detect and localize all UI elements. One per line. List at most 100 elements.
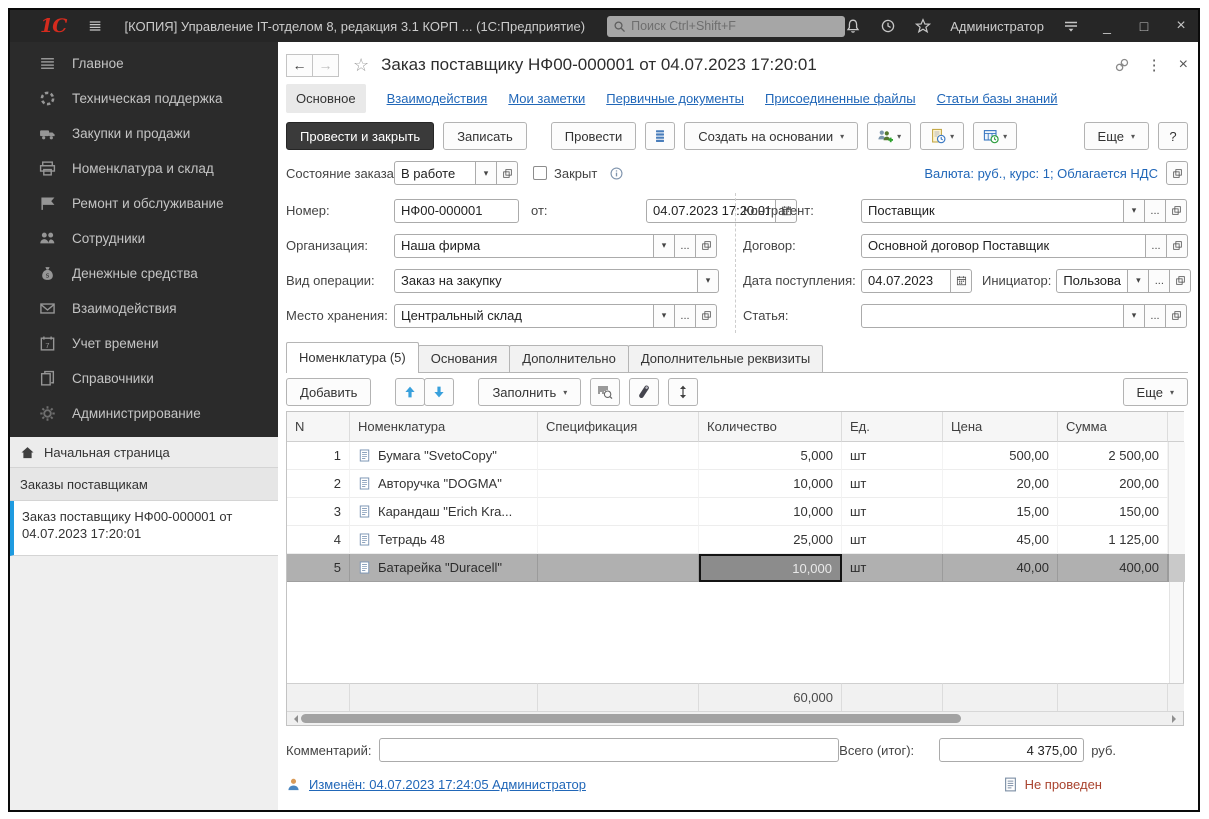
operation-input[interactable] xyxy=(394,269,698,293)
article-input[interactable] xyxy=(861,304,1124,328)
open-button[interactable] xyxy=(695,304,717,328)
choose-button[interactable]: ... xyxy=(1144,304,1166,328)
dropdown-button[interactable]: ▾ xyxy=(1123,199,1145,223)
open-button[interactable] xyxy=(695,234,717,258)
create-based-on-button[interactable]: Создать на основании▾ xyxy=(684,122,858,150)
sidebar-item-money[interactable]: Денежные средства xyxy=(10,256,278,291)
dropdown-button[interactable]: ▾ xyxy=(1127,269,1149,293)
tab-supplier-orders-list[interactable]: Заказы поставщикам xyxy=(10,468,278,501)
open-button[interactable] xyxy=(1165,199,1187,223)
move-up-button[interactable] xyxy=(395,378,425,406)
tab-additional[interactable]: Дополнительно xyxy=(509,345,629,372)
horizontal-scrollbar[interactable] xyxy=(287,711,1183,725)
initiator-input[interactable] xyxy=(1056,269,1128,293)
dropdown-button[interactable]: ▾ xyxy=(653,304,675,328)
dropdown-button[interactable]: ▾ xyxy=(1123,304,1145,328)
v-scroll-track[interactable] xyxy=(1168,526,1185,554)
nav-link-main[interactable]: Основное xyxy=(286,84,366,113)
open-button[interactable] xyxy=(1165,304,1187,328)
barcode-search-button[interactable] xyxy=(590,378,620,406)
minimize-button[interactable]: _ xyxy=(1098,18,1116,34)
calendar-button[interactable] xyxy=(950,269,972,293)
maximize-button[interactable]: □ xyxy=(1135,18,1153,34)
main-menu-icon[interactable] xyxy=(88,18,102,34)
table-row[interactable]: 1 Бумага "SvetoCopy" 5,000 шт 500,00 2 5… xyxy=(287,442,1183,470)
close-document-icon[interactable]: × xyxy=(1179,56,1188,74)
currency-info-link[interactable]: Валюта: руб., курс: 1; Облагается НДС xyxy=(924,166,1158,181)
focused-cell[interactable]: 10,000 xyxy=(699,554,842,582)
open-button[interactable] xyxy=(1169,269,1191,293)
open-button[interactable] xyxy=(496,161,518,185)
contract-input[interactable] xyxy=(861,234,1146,258)
nav-link-primary-docs[interactable]: Первичные документы xyxy=(606,91,744,106)
number-input[interactable] xyxy=(394,199,519,223)
post-and-close-button[interactable]: Провести и закрыть xyxy=(286,122,434,150)
order-state-input[interactable] xyxy=(394,161,476,185)
scrollbar-thumb[interactable] xyxy=(301,714,961,723)
favorites-star-icon[interactable] xyxy=(915,18,931,34)
nav-link-interactions[interactable]: Взаимодействия xyxy=(387,91,488,106)
sidebar-item-nomenclature[interactable]: Номенклатура и склад xyxy=(10,151,278,186)
sidebar-item-support[interactable]: Техническая поддержка xyxy=(10,81,278,116)
col-header-sum[interactable]: Сумма xyxy=(1058,412,1168,442)
col-header-quantity[interactable]: Количество xyxy=(699,412,842,442)
sidebar-item-administration[interactable]: Администрирование xyxy=(10,396,278,431)
report-schedule-button[interactable]: ▾ xyxy=(973,122,1017,150)
closed-checkbox[interactable] xyxy=(533,166,547,180)
table-row[interactable]: 2 Авторучка "DOGMA" 10,000 шт 20,00 200,… xyxy=(287,470,1183,498)
sidebar-item-catalogs[interactable]: Справочники xyxy=(10,361,278,396)
v-scroll-track[interactable] xyxy=(1168,470,1185,498)
fill-button[interactable]: Заполнить▾ xyxy=(478,378,581,406)
choose-button[interactable]: ... xyxy=(674,304,696,328)
col-header-nomenclature[interactable]: Номенклатура xyxy=(350,412,538,442)
history-icon[interactable] xyxy=(880,18,896,34)
tab-additional-requisites[interactable]: Дополнительные реквизиты xyxy=(628,345,823,372)
choose-button[interactable]: ... xyxy=(1144,199,1166,223)
add-row-button[interactable]: Добавить xyxy=(286,378,371,406)
move-down-button[interactable] xyxy=(424,378,454,406)
choose-button[interactable]: ... xyxy=(1145,234,1167,258)
table-row[interactable]: 3 Карандаш "Erich Kra... 10,000 шт 15,00… xyxy=(287,498,1183,526)
notifications-bell-icon[interactable] xyxy=(845,18,861,34)
table-row-selected[interactable]: 5 Батарейка "Duracell" 10,000 шт 40,00 4… xyxy=(287,554,1183,582)
get-link-icon[interactable] xyxy=(1114,57,1130,73)
close-window-button[interactable]: × xyxy=(1172,17,1190,35)
posting-structure-button[interactable] xyxy=(645,122,675,150)
col-header-price[interactable]: Цена xyxy=(943,412,1058,442)
sidebar-item-main[interactable]: Главное xyxy=(10,46,278,81)
nav-link-attached-files[interactable]: Присоединенные файлы xyxy=(765,91,916,106)
document-tasks-button[interactable]: ▾ xyxy=(920,122,964,150)
tab-home-page[interactable]: Начальная страница xyxy=(10,437,278,468)
post-button[interactable]: Провести xyxy=(551,122,637,150)
contractor-input[interactable] xyxy=(861,199,1124,223)
tab-grounds[interactable]: Основания xyxy=(418,345,511,372)
comment-input[interactable] xyxy=(379,738,839,762)
sidebar-item-purchases[interactable]: Закупки и продажи xyxy=(10,116,278,151)
currency-open-button[interactable] xyxy=(1166,161,1188,185)
info-icon[interactable] xyxy=(609,166,624,181)
more-button[interactable]: Еще▾ xyxy=(1084,122,1149,150)
v-scroll-track[interactable] xyxy=(1168,554,1185,582)
col-header-n[interactable]: N xyxy=(287,412,350,442)
more-menu-icon[interactable]: ⋮ xyxy=(1147,56,1162,74)
open-button[interactable] xyxy=(1166,234,1188,258)
tab-supplier-order-document[interactable]: Заказ поставщику НФ00-000001 от 04.07.20… xyxy=(10,501,278,556)
scroll-right-icon[interactable] xyxy=(1172,715,1180,723)
sidebar-item-interactions[interactable]: Взаимодействия xyxy=(10,291,278,326)
choose-button[interactable]: ... xyxy=(1148,269,1170,293)
v-scroll-track[interactable] xyxy=(1168,498,1185,526)
tab-nomenclature[interactable]: Номенклатура (5) xyxy=(286,342,419,373)
service-menu-icon[interactable] xyxy=(1063,18,1079,34)
sidebar-item-employees[interactable]: Сотрудники xyxy=(10,221,278,256)
fit-rows-button[interactable] xyxy=(668,378,698,406)
global-search[interactable] xyxy=(607,16,845,37)
storage-input[interactable] xyxy=(394,304,654,328)
table-row[interactable]: 4 Тетрадь 48 25,000 шт 45,00 1 125,00 xyxy=(287,526,1183,554)
modified-link[interactable]: Изменён: 04.07.2023 17:24:05 Администрат… xyxy=(309,777,586,792)
barcode-scanner-button[interactable] xyxy=(629,378,659,406)
search-input[interactable] xyxy=(631,19,839,33)
dropdown-button[interactable]: ▾ xyxy=(697,269,719,293)
current-user[interactable]: Администратор xyxy=(950,19,1044,34)
assign-responsible-button[interactable]: ▾ xyxy=(867,122,911,150)
scroll-left-icon[interactable] xyxy=(290,715,298,723)
